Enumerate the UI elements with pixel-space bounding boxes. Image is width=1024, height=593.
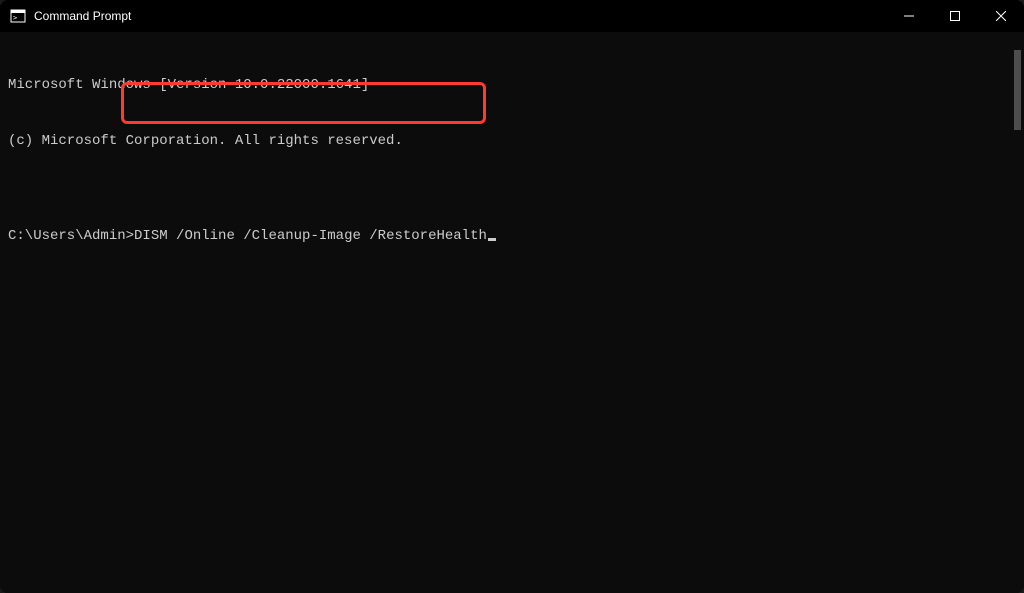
- scrollbar-thumb[interactable]: [1014, 50, 1021, 130]
- cmd-icon: >_: [10, 8, 26, 24]
- version-line: Microsoft Windows [Version 10.0.22000.16…: [8, 76, 1016, 95]
- command-prompt-window: >_ Command Prompt Microsoft Windows [Ver…: [0, 0, 1024, 593]
- titlebar[interactable]: >_ Command Prompt: [0, 0, 1024, 32]
- cursor: [488, 238, 496, 241]
- copyright-line: (c) Microsoft Corporation. All rights re…: [8, 132, 1016, 151]
- maximize-button[interactable]: [932, 0, 978, 32]
- prompt-line: C:\Users\Admin>DISM /Online /Cleanup-Ima…: [8, 227, 1016, 246]
- minimize-button[interactable]: [886, 0, 932, 32]
- close-button[interactable]: [978, 0, 1024, 32]
- svg-text:>_: >_: [13, 14, 22, 22]
- window-controls: [886, 0, 1024, 32]
- command-text: DISM /Online /Cleanup-Image /RestoreHeal…: [134, 228, 487, 244]
- terminal-body[interactable]: Microsoft Windows [Version 10.0.22000.16…: [0, 32, 1024, 593]
- prompt-path: C:\Users\Admin>: [8, 228, 134, 244]
- window-title: Command Prompt: [34, 9, 886, 23]
